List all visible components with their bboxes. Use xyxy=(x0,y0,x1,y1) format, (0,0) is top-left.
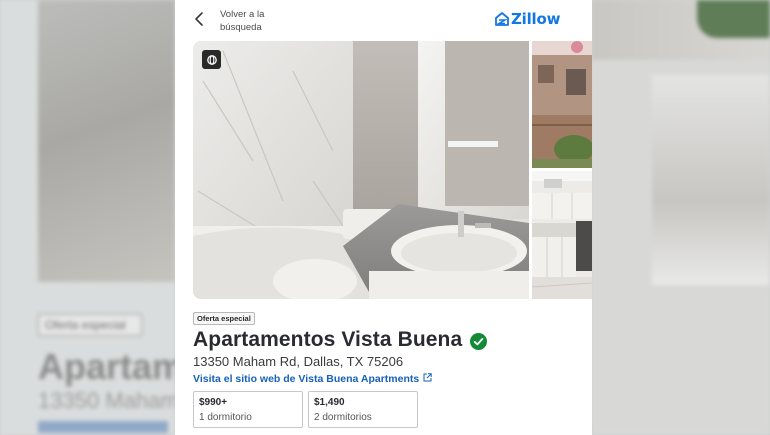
listing-modal: Volver a la búsqueda Zillow Oferta espec… xyxy=(175,0,592,435)
bedroom-count: 1 dormitorio xyxy=(199,412,252,423)
background-foliage xyxy=(697,0,770,38)
price-value: $1,490 xyxy=(314,397,345,408)
thumbnail-kitchen[interactable] xyxy=(532,171,592,299)
background-right xyxy=(592,0,770,435)
background-left: Oferta especial Apartam 13350 Maham xyxy=(0,0,184,435)
kitchen-photo xyxy=(532,171,592,299)
zillow-logo-icon xyxy=(495,12,509,26)
external-link-icon xyxy=(423,373,432,382)
special-offer-badge: Oferta especial xyxy=(193,312,255,325)
chevron-left-icon xyxy=(195,12,203,26)
price-card-1br[interactable]: $990+ 1 dormitorio xyxy=(193,391,303,428)
price-card-2br[interactable]: $1,490 2 dormitorios xyxy=(308,391,418,428)
listing-title-row: Apartamentos Vista Buena xyxy=(193,328,488,352)
price-value: $990+ xyxy=(199,397,228,408)
back-to-search-button[interactable]: Volver a la búsqueda xyxy=(193,8,273,36)
background-photo xyxy=(38,0,175,282)
background-photo-kitchen xyxy=(652,75,770,285)
website-link-label: Visita el sitio web de Vista Buena Apart… xyxy=(193,373,420,385)
zillow-logo-text: Zillow xyxy=(511,10,561,28)
exterior-photo xyxy=(532,41,592,168)
bedroom-count: 2 dormitorios xyxy=(314,412,372,423)
listing-title: Apartamentos Vista Buena xyxy=(193,328,463,351)
background-title: Apartam xyxy=(38,346,185,387)
zillow-logo[interactable]: Zillow xyxy=(495,10,560,28)
website-link[interactable]: Visita el sitio web de Vista Buena Apart… xyxy=(193,373,432,385)
back-to-search-label: Volver a la búsqueda xyxy=(220,9,265,33)
background-badge: Oferta especial xyxy=(38,314,142,336)
verified-check-icon xyxy=(470,333,488,350)
background-address: 13350 Maham xyxy=(38,388,179,413)
bathroom-photo xyxy=(193,41,529,299)
main-photo[interactable] xyxy=(193,41,529,299)
background-link xyxy=(38,421,168,433)
3d-tour-icon xyxy=(206,54,217,65)
3d-tour-button[interactable] xyxy=(202,50,221,69)
thumbnail-exterior[interactable] xyxy=(532,41,592,168)
listing-address: 13350 Maham Rd, Dallas, TX 75206 xyxy=(193,354,404,369)
